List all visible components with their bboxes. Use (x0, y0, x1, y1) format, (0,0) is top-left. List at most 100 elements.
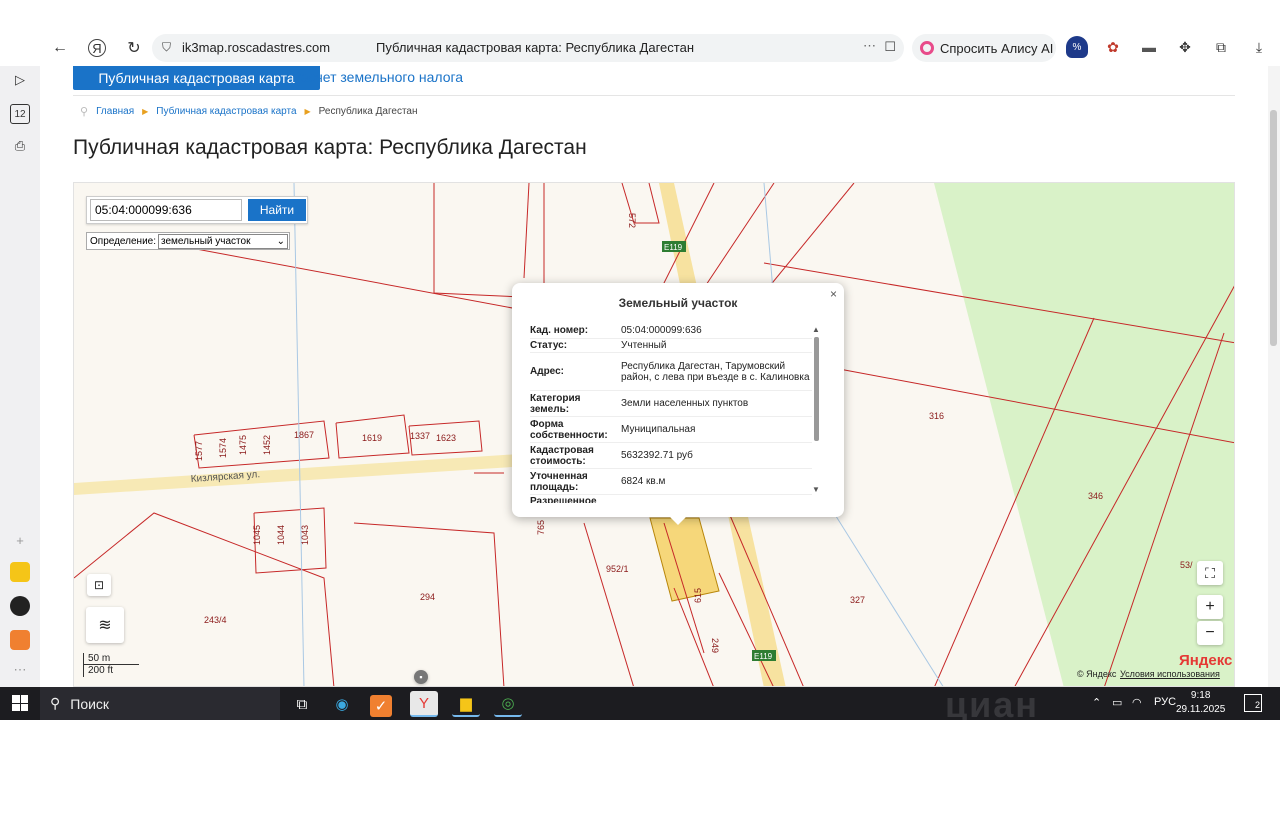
yandex-logo: Яндекс (1179, 652, 1233, 669)
zoom-in-icon: + (1205, 598, 1215, 615)
yandex-icon[interactable]: Я (88, 39, 106, 57)
bookmark-icon[interactable]: ☐ (884, 39, 896, 55)
ruler-button[interactable]: ⊡ (87, 574, 111, 596)
row-label: Адрес: (530, 366, 564, 377)
windows-start-icon[interactable] (12, 695, 28, 711)
label-1867: 1867 (294, 430, 314, 440)
address-bar[interactable]: ⛉ ik3map.roscadastres.com Публичная када… (152, 34, 904, 62)
map-marker-icon[interactable]: ▪ (414, 670, 428, 684)
zoom-out-button[interactable]: − (1197, 621, 1223, 645)
language-indicator[interactable]: РУС (1154, 696, 1176, 708)
tabs-count-icon[interactable]: 12 (10, 104, 30, 124)
task-view-icon[interactable]: ⧉ (288, 691, 316, 717)
chrome-icon[interactable]: ◎ (494, 691, 522, 717)
label-765: 765 (536, 520, 546, 535)
browser-sidebar: ◷ ▷ 12 ⎙ + ⋯ (0, 30, 40, 687)
flower-extension-icon[interactable]: ✿ (1102, 36, 1124, 58)
label-1619: 1619 (362, 433, 382, 443)
definition-select[interactable]: земельный участок ⌄ (158, 233, 289, 249)
cadastral-map[interactable]: 572 1577 1574 1475 1452 1867 1619 1337 1… (73, 182, 1235, 687)
page-scrollbar[interactable] (1268, 66, 1280, 687)
extensions-icon[interactable]: ✥ (1174, 36, 1196, 58)
page-content: Публичная кадастровая карта Расчет земел… (40, 66, 1268, 687)
row-value: Учтенный (621, 340, 667, 351)
battery-icon[interactable]: ▭ (1112, 696, 1122, 709)
page-tab-title: Публичная кадастровая карта: Республика … (376, 40, 694, 55)
add-icon[interactable]: + (10, 530, 30, 550)
popup-row: Категория земель: Земли населенных пункто… (530, 391, 812, 417)
scroll-down-icon[interactable]: ▼ (812, 485, 820, 494)
notification-count: 2 (1254, 700, 1260, 710)
file-explorer-icon[interactable]: ▆ (452, 691, 480, 717)
row-label: Кадастровая стоимость: (530, 444, 594, 467)
chevron-down-icon: ⌄ (276, 235, 286, 247)
popup-row: Форма собственности: Муниципальная (530, 417, 812, 443)
alice-button[interactable]: Спросить Алису AI (912, 34, 1056, 62)
collections-icon[interactable]: ⧉ (1210, 36, 1232, 58)
url-domain: ik3map.roscadastres.com (182, 40, 331, 55)
label-1452: 1452 (262, 435, 272, 455)
popup-scroll-thumb[interactable] (814, 337, 819, 441)
label-1337: 1337 (410, 431, 430, 441)
search-icon: ⚲ (50, 695, 61, 711)
hat-extension-icon[interactable]: ▬ (1138, 36, 1160, 58)
taskbar-search[interactable]: ⚲ Поиск (40, 687, 280, 720)
label-1574: 1574 (218, 438, 228, 458)
breadcrumb-arrow-icon: ▶ (142, 107, 149, 116)
cadastral-number-input[interactable] (90, 199, 242, 221)
terms-link[interactable]: Условия использования (1120, 669, 1220, 679)
breadcrumb-map[interactable]: Публичная кадастровая карта (156, 106, 296, 117)
label-316: 316 (929, 411, 944, 421)
breadcrumb-home[interactable]: Главная (96, 106, 134, 117)
popup-row: Уточненная площадь: 6824 кв.м (530, 469, 812, 495)
app-icon-circle[interactable] (10, 596, 30, 616)
find-button[interactable]: Найти (248, 199, 306, 221)
label-1043: 1043 (300, 525, 310, 545)
layers-button[interactable]: ≋ (86, 607, 124, 643)
taskbar-clock[interactable]: 9:18 29.11.2025 (1176, 689, 1225, 717)
tray-chevron-icon[interactable]: ⌃ (1092, 696, 1101, 709)
row-label: Категория земель: (530, 392, 581, 415)
page-scroll-thumb[interactable] (1270, 110, 1277, 346)
screenshot-icon[interactable]: ⎙ (10, 136, 30, 156)
search-panel: Найти (86, 196, 308, 224)
close-icon[interactable]: × (830, 287, 837, 301)
play-icon[interactable]: ▷ (10, 70, 30, 90)
row-value: Земли населенных пунктов (621, 398, 749, 409)
zoom-out-icon: − (1205, 624, 1215, 641)
app-icon-hand[interactable] (10, 562, 30, 582)
cian-watermark: циан (945, 684, 1040, 725)
breadcrumb-arrow-icon: ▶ (304, 107, 311, 116)
download-icon[interactable]: ⤓ (1248, 36, 1270, 58)
yandex-browser-icon[interactable]: Y (410, 691, 438, 717)
fullscreen-button[interactable]: ⛶ (1197, 561, 1223, 585)
alice-icon (920, 41, 934, 55)
edge-icon[interactable]: ◉ (328, 691, 356, 717)
todo-app-icon[interactable]: ✓ (370, 695, 392, 717)
notifications-icon[interactable]: 2 (1244, 694, 1262, 712)
layers-icon: ≋ (98, 617, 112, 634)
map-copyright: © Яндекс (1077, 669, 1117, 679)
parcel-popup: Земельный участок × Кад. номер: 05:04:000… (512, 283, 844, 525)
vpn-shield-icon[interactable]: % (1066, 36, 1088, 58)
breadcrumb: ⚲ Главная ▶ Публичная кадастровая карта … (80, 105, 418, 118)
row-value: 5632392.71 руб (621, 450, 693, 461)
label-243-4: 243/4 (204, 615, 227, 625)
reload-icon[interactable]: ↻ (120, 34, 148, 62)
zoom-in-button[interactable]: + (1197, 595, 1223, 619)
app-icon-layers[interactable] (10, 630, 30, 650)
wifi-icon[interactable]: ◠ (1132, 696, 1142, 709)
row-label: Уточненная площадь: (530, 470, 588, 493)
tab-land-tax[interactable]: Расчет земельного налога (292, 69, 463, 85)
label-1045: 1045 (252, 525, 262, 545)
popup-scrollbar[interactable]: ▲ ▼ (812, 325, 820, 495)
back-icon[interactable]: ← (46, 34, 74, 62)
scroll-up-icon[interactable]: ▲ (812, 325, 820, 334)
popup-row: Адрес: Республика Дагестан, Тарумовский р… (530, 353, 812, 391)
more-icon[interactable]: ⋯ (10, 660, 30, 680)
more-dots-icon[interactable]: ⋯ (863, 38, 876, 54)
alice-label: Спросить Алису AI (940, 40, 1054, 56)
location-pin-icon: ⚲ (80, 106, 89, 118)
tab-cadastral-map[interactable]: Публичная кадастровая карта (73, 66, 320, 90)
taskbar-search-label: Поиск (70, 695, 110, 712)
